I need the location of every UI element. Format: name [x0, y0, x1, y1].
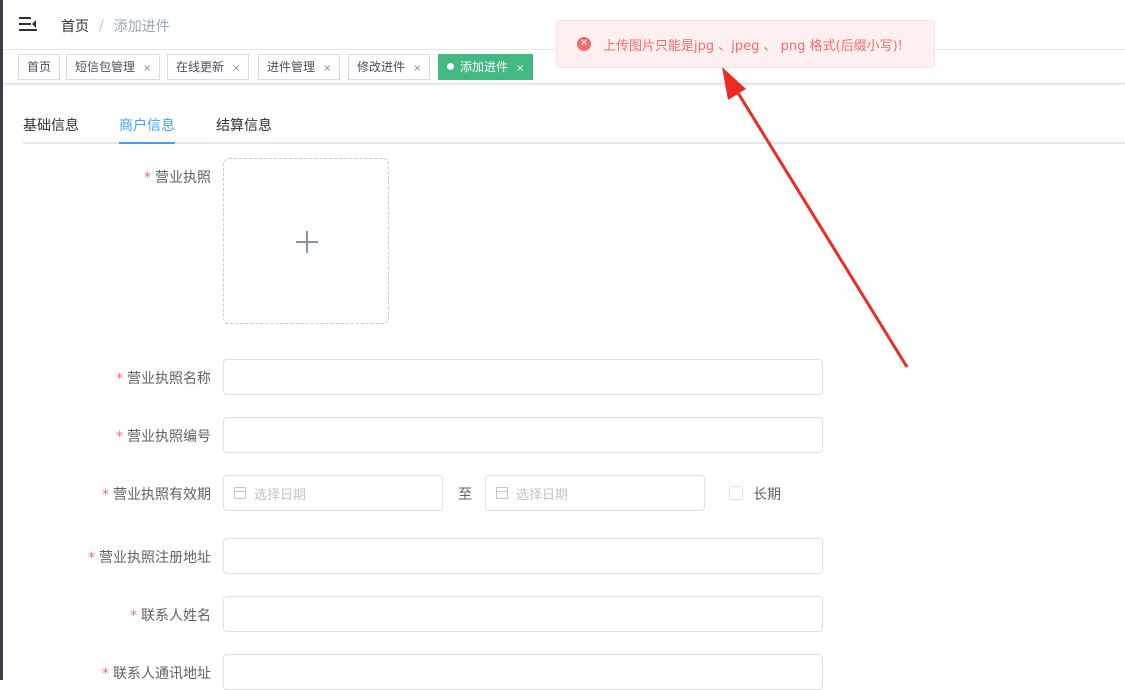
- close-icon[interactable]: ×: [323, 63, 331, 74]
- tab-merchant-info[interactable]: 商户信息: [119, 115, 175, 135]
- date-placeholder: 选择日期: [254, 487, 307, 503]
- error-message-toast: ✕ 上传图片只能是jpg 、jpeg 、 png 格式(后缀小写)!: [556, 20, 935, 68]
- tag-sms-package[interactable]: 短信包管理 ×: [66, 54, 161, 80]
- tag-label: 在线更新: [176, 60, 225, 74]
- error-circle-icon: ✕: [577, 37, 591, 51]
- tag-online-update[interactable]: 在线更新 ×: [167, 54, 250, 80]
- license-number-label: * 营业执照编号: [116, 429, 211, 445]
- tag-home[interactable]: 首页: [18, 54, 61, 80]
- close-icon[interactable]: ×: [232, 63, 240, 74]
- license-number-input[interactable]: [223, 417, 823, 453]
- tag-edit-onboarding[interactable]: 修改进件 ×: [348, 54, 431, 80]
- license-name-input[interactable]: [223, 359, 823, 395]
- contact-address-input[interactable]: [223, 654, 823, 690]
- tag-label: 进件管理: [267, 60, 316, 74]
- validity-end-date-picker[interactable]: 选择日期: [485, 475, 705, 511]
- close-icon[interactable]: ×: [413, 63, 421, 74]
- form-tabs: 基础信息 商户信息 结算信息: [23, 105, 1125, 144]
- tag-label: 短信包管理: [75, 60, 136, 74]
- hamburger-menu-icon[interactable]: [19, 16, 37, 32]
- license-image-label: * 营业执照: [144, 170, 211, 186]
- close-icon[interactable]: ×: [143, 63, 151, 74]
- breadcrumb-current: 添加进件: [113, 19, 170, 35]
- calendar-icon: [496, 487, 508, 499]
- license-address-label: * 营业执照注册地址: [88, 550, 211, 566]
- tab-basic-info[interactable]: 基础信息: [23, 115, 79, 135]
- license-validity-label: * 营业执照有效期: [102, 487, 211, 503]
- date-range-separator: 至: [458, 487, 472, 503]
- tab-settlement-info[interactable]: 结算信息: [216, 115, 272, 135]
- toast-message: 上传图片只能是jpg 、jpeg 、 png 格式(后缀小写)!: [603, 38, 903, 54]
- tag-label: 修改进件: [357, 60, 406, 74]
- license-name-label: * 营业执照名称: [116, 371, 211, 387]
- annotation-arrow-icon: [722, 67, 909, 368]
- long-term-checkbox[interactable]: [729, 486, 743, 500]
- close-icon[interactable]: ×: [516, 63, 524, 74]
- license-image-uploader[interactable]: [223, 158, 389, 324]
- breadcrumb-separator: /: [99, 18, 104, 34]
- tag-onboarding-manage[interactable]: 进件管理 ×: [258, 54, 341, 80]
- date-placeholder: 选择日期: [516, 487, 569, 503]
- sidebar-edge: [0, 0, 3, 680]
- contact-name-label: * 联系人姓名: [130, 608, 211, 624]
- breadcrumb: 首页 / 添加进件: [61, 16, 170, 36]
- breadcrumb-home[interactable]: 首页: [61, 16, 89, 36]
- active-dot-icon: [447, 63, 454, 70]
- contact-address-label: * 联系人通讯地址: [102, 666, 211, 682]
- tag-add-onboarding[interactable]: 添加进件 ×: [438, 54, 534, 80]
- calendar-icon: [234, 487, 246, 499]
- long-term-label[interactable]: 长期: [753, 484, 781, 504]
- tag-label: 添加进件: [460, 60, 509, 74]
- license-address-input[interactable]: [223, 538, 823, 574]
- tab-active-indicator: [119, 142, 175, 144]
- tag-label: 首页: [27, 60, 52, 74]
- validity-start-date-picker[interactable]: 选择日期: [223, 475, 443, 511]
- contact-name-input[interactable]: [223, 596, 823, 632]
